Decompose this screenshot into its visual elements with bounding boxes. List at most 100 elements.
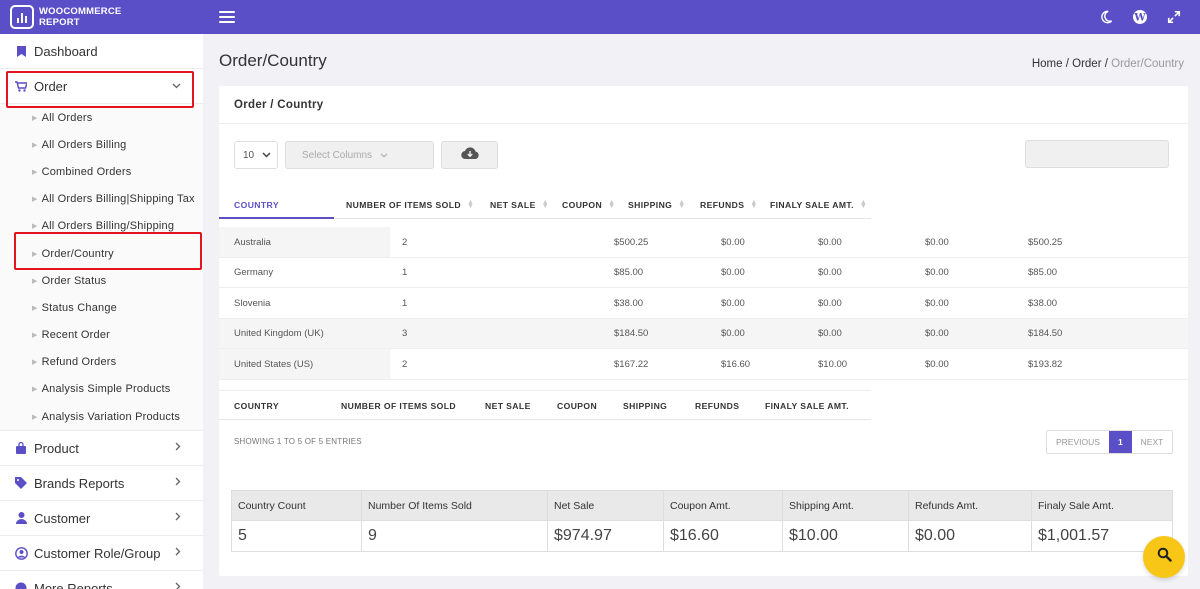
- caret-right-icon: ▶: [32, 304, 38, 312]
- column-header-coupon[interactable]: COUPON ▲ ▼: [562, 191, 615, 219]
- select-columns-dropdown[interactable]: Select Columns: [285, 141, 434, 169]
- pagination-page-1[interactable]: 1: [1108, 431, 1132, 453]
- submenu-item-status-change[interactable]: ▶ Status Change: [0, 294, 203, 321]
- table-row: United States (US) 2 $167.22 $16.60 $10.…: [219, 349, 1188, 380]
- page-length-select[interactable]: 10: [234, 141, 278, 169]
- sidebar-item-more-reports[interactable]: More Reports: [0, 571, 203, 589]
- page-length-value: 10: [243, 149, 255, 161]
- summary-items-sold: 9: [361, 521, 377, 551]
- summary-header-final-sale: Finaly Sale Amt.: [1031, 491, 1114, 521]
- table-row: Australia 2 $500.25 $0.00 $0.00 $0.00 $5…: [219, 227, 1188, 258]
- chevron-right-icon: [175, 512, 181, 524]
- submenu-item-analysis-variation[interactable]: ▶ Analysis Variation Products: [0, 403, 203, 430]
- submenu-item-refund-orders[interactable]: ▶ Refund Orders: [0, 349, 203, 376]
- submenu-item-label: Combined Orders: [41, 165, 132, 178]
- search-input[interactable]: [1025, 140, 1169, 168]
- cell-net-sale: $184.50: [614, 328, 649, 339]
- column-header-refunds[interactable]: REFUNDS ▲ ▼: [700, 191, 758, 219]
- submenu-item-billing-shipping-tax[interactable]: ▶ All Orders Billing|Shipping Tax: [0, 186, 203, 213]
- column-header-final-sale[interactable]: FINALY SALE AMT. ▲ ▼: [770, 191, 867, 219]
- caret-right-icon: ▶: [32, 386, 38, 394]
- table-row: Slovenia 1 $38.00 $0.00 $0.00 $0.00 $38.…: [219, 288, 1188, 319]
- chevron-right-icon: [175, 477, 181, 489]
- table-info: SHOWING 1 TO 5 OF 5 ENTRIES: [234, 437, 362, 446]
- summary-refunds: $0.00: [908, 521, 955, 551]
- column-header-items-sold[interactable]: NUMBER OF ITEMS SOLD ▲ ▼: [346, 191, 474, 219]
- table-body: Australia 2 $500.25 $0.00 $0.00 $0.00 $5…: [219, 227, 1188, 380]
- chevron-right-icon: [175, 582, 181, 589]
- caret-right-icon: ▶: [32, 196, 38, 204]
- column-header-label: NET SALE: [490, 200, 536, 210]
- submenu-item-label: Recent Order: [41, 329, 111, 342]
- card-title: Order / Country: [219, 86, 1188, 124]
- summary-header-shipping: Shipping Amt.: [782, 491, 854, 521]
- breadcrumb-home[interactable]: Home: [1032, 58, 1063, 70]
- sidebar-item-dashboard[interactable]: Dashboard: [0, 34, 203, 69]
- column-header-net-sale[interactable]: NET SALE ▲ ▼: [490, 191, 549, 219]
- caret-right-icon: ▶: [32, 359, 38, 367]
- cell-final-sale: $38.00: [1028, 297, 1058, 309]
- summary-coupon: $16.60: [663, 521, 719, 551]
- pagination-next[interactable]: NEXT: [1132, 431, 1173, 453]
- caret-right-icon: ▶: [32, 250, 38, 258]
- submenu-item-combined-orders[interactable]: ▶ Combined Orders: [0, 158, 203, 185]
- menu-toggle-icon[interactable]: [219, 11, 235, 23]
- cell-final-sale: $184.50: [1028, 328, 1063, 339]
- breadcrumb-order[interactable]: Order: [1072, 58, 1101, 70]
- submenu-item-label: Refund Orders: [41, 356, 117, 369]
- submenu-item-order-country[interactable]: ▶ Order/Country: [0, 240, 203, 267]
- submenu-item-recent-order[interactable]: ▶ Recent Order: [0, 322, 203, 349]
- cell-shipping: $10.00: [818, 358, 848, 370]
- cell-final-sale: $500.25: [1028, 236, 1063, 248]
- active-sort-indicator: [219, 217, 334, 219]
- summary-country-count: 5: [238, 527, 247, 544]
- table-header: COUNTRY NUMBER OF ITEMS SOLD ▲ ▼ NET SALE ▲…: [219, 191, 871, 219]
- column-header-label: FINALY SALE AMT.: [770, 200, 854, 210]
- column-header-country[interactable]: COUNTRY: [234, 191, 279, 219]
- cell-refunds: $0.00: [925, 267, 949, 278]
- wordpress-icon[interactable]: W: [1132, 9, 1148, 25]
- cell-refunds: $0.00: [925, 297, 949, 309]
- submenu-item-analysis-simple[interactable]: ▶ Analysis Simple Products: [0, 376, 203, 403]
- brand[interactable]: WOOCOMMERCE REPORT: [0, 0, 203, 34]
- summary-header-net-sale: Net Sale: [547, 491, 594, 521]
- sidebar-item-label: Brands Reports: [34, 475, 125, 491]
- brand-line-1: WOOCOMMERCE: [39, 6, 122, 17]
- cell-net-sale: $500.25: [614, 236, 649, 248]
- breadcrumb-separator: /: [1104, 58, 1108, 70]
- submenu-item-label: Analysis Simple Products: [41, 383, 171, 396]
- cell-items-sold: 1: [402, 267, 408, 278]
- moon-icon[interactable]: [1098, 9, 1114, 25]
- order-submenu: ▶ All Orders ▶ All Orders Billing ▶ Combine…: [0, 104, 203, 432]
- submenu-item-label: All Orders: [41, 111, 93, 124]
- submenu-item-order-status[interactable]: ▶ Order Status: [0, 267, 203, 294]
- footer-refunds: REFUNDS: [695, 401, 740, 411]
- cell-country: United States (US): [234, 358, 314, 370]
- download-button[interactable]: [441, 141, 498, 169]
- floating-search-button[interactable]: [1143, 536, 1185, 578]
- sidebar-item-customer-role[interactable]: Customer Role/Group: [0, 536, 203, 572]
- breadcrumb-current: Order/Country: [1111, 58, 1184, 70]
- column-header-shipping[interactable]: SHIPPING ▲ ▼: [628, 191, 686, 219]
- submenu-item-label: All Orders Billing|Shipping Tax: [41, 193, 195, 206]
- footer-shipping: SHIPPING: [623, 401, 668, 411]
- chevron-down-icon: [172, 80, 181, 92]
- submenu-item-all-orders[interactable]: ▶ All Orders: [0, 104, 203, 131]
- sidebar-item-brands[interactable]: Brands Reports: [0, 466, 203, 502]
- sidebar-item-product[interactable]: Product: [0, 431, 203, 467]
- sidebar-item-order[interactable]: Order: [0, 69, 203, 104]
- cell-coupon: $0.00: [721, 236, 745, 248]
- sidebar-item-customer[interactable]: Customer: [0, 501, 203, 537]
- submenu-item-all-orders-billing[interactable]: ▶ All Orders Billing: [0, 131, 203, 158]
- sidebar-item-label: More Reports: [34, 580, 113, 589]
- pagination-previous[interactable]: PREVIOUS: [1047, 431, 1109, 453]
- cell-shipping: $0.00: [818, 328, 842, 339]
- brand-line-2: REPORT: [39, 17, 80, 28]
- breadcrumb: Home / Order / Order/Country: [1032, 58, 1184, 70]
- cell-shipping: $0.00: [818, 267, 842, 278]
- submenu-item-billing-shipping[interactable]: ▶ All Orders Billing/Shipping: [0, 213, 203, 240]
- caret-right-icon: ▶: [32, 277, 38, 285]
- shopping-bag-icon: [14, 442, 28, 455]
- table-row: Germany 1 $85.00 $0.00 $0.00 $0.00 $85.0…: [219, 258, 1188, 288]
- expand-icon[interactable]: [1166, 9, 1182, 25]
